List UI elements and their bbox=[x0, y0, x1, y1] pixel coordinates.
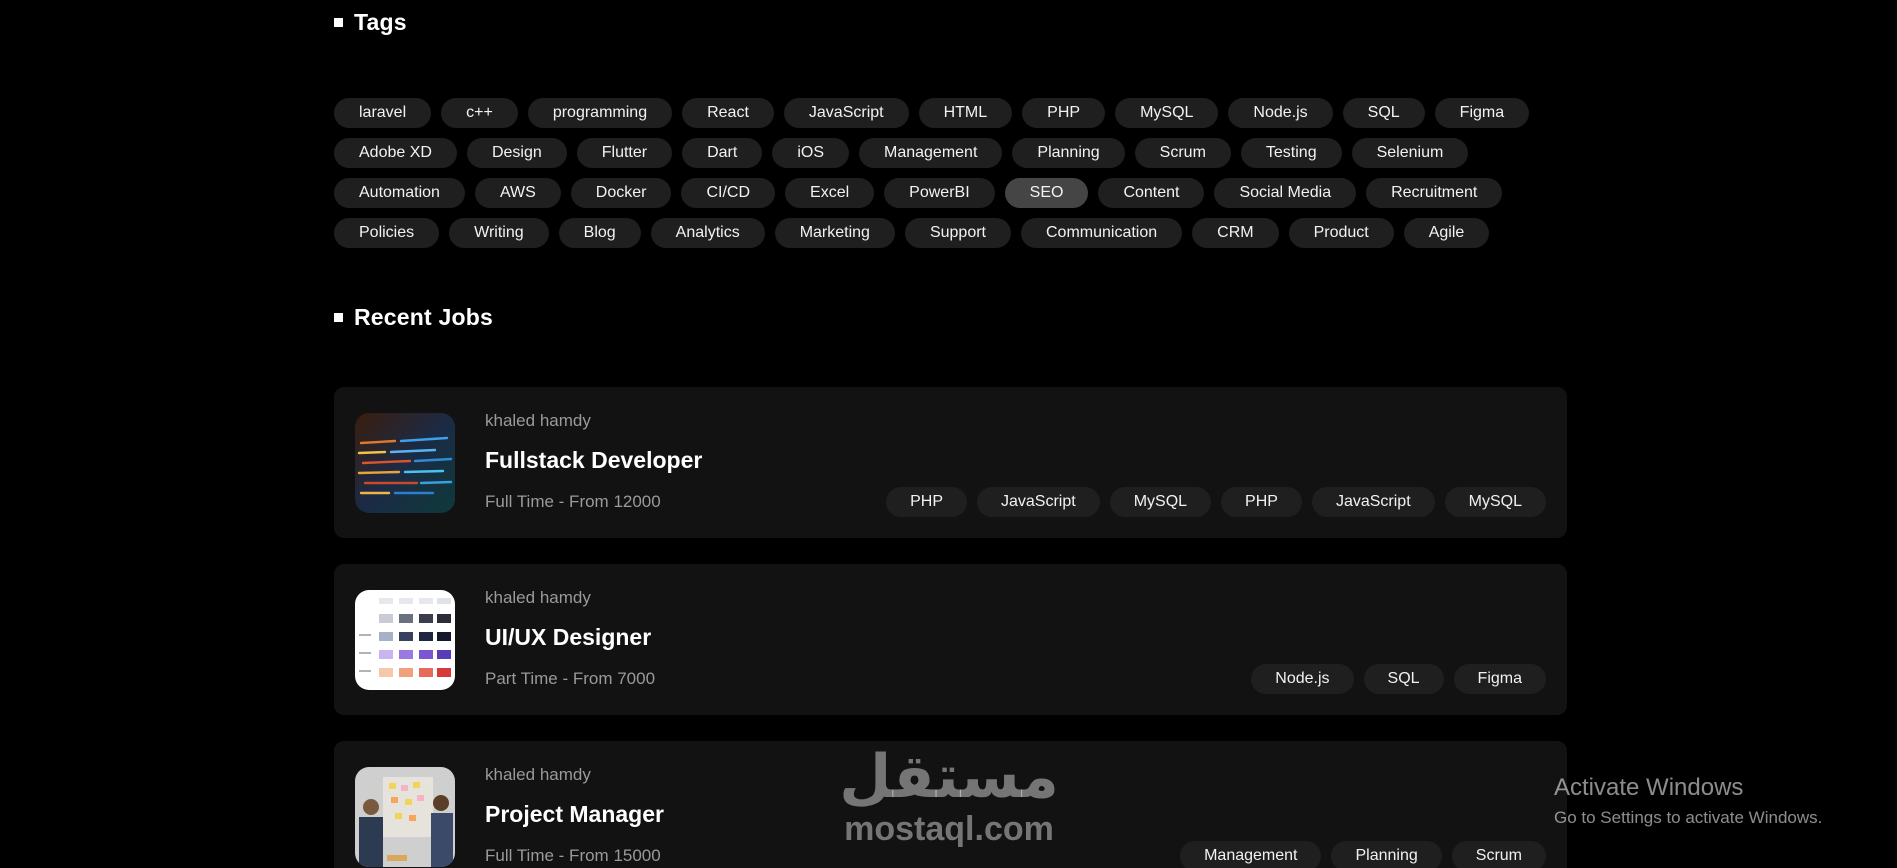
mostaql-watermark: مستقل mostaql.com bbox=[834, 745, 1064, 849]
tag-docker[interactable]: Docker bbox=[570, 178, 672, 208]
code-screen-thumbnail[interactable] bbox=[355, 413, 455, 513]
job-company[interactable]: khaled hamdy bbox=[485, 765, 591, 785]
square-bullet-icon bbox=[334, 312, 343, 322]
tag-writing[interactable]: Writing bbox=[449, 218, 549, 248]
recent-jobs-title: Recent Jobs bbox=[354, 303, 493, 330]
tag-blog[interactable]: Blog bbox=[558, 218, 641, 248]
job-card[interactable]: khaled hamdy UI/UX Designer Part Time - … bbox=[334, 564, 1567, 715]
job-tag[interactable]: PHP bbox=[1221, 487, 1302, 517]
job-card[interactable]: khaled hamdy Fullstack Developer Full Ti… bbox=[334, 387, 1567, 538]
tag-recruitment[interactable]: Recruitment bbox=[1366, 178, 1503, 208]
tag-scrum[interactable]: Scrum bbox=[1134, 138, 1231, 168]
tag-mysql[interactable]: MySQL bbox=[1115, 98, 1219, 128]
tag-dart[interactable]: Dart bbox=[682, 138, 763, 168]
job-tag[interactable]: JavaScript bbox=[1311, 487, 1435, 517]
tag-sql[interactable]: SQL bbox=[1342, 98, 1425, 128]
square-bullet-icon bbox=[334, 17, 343, 27]
job-meta: Full Time - From 12000 bbox=[485, 492, 661, 511]
tag-support[interactable]: Support bbox=[904, 218, 1011, 248]
job-tag[interactable]: PHP bbox=[886, 487, 967, 517]
tag-crm[interactable]: CRM bbox=[1192, 218, 1279, 248]
tag-c[interactable]: c++ bbox=[441, 98, 518, 128]
job-company[interactable]: khaled hamdy bbox=[485, 588, 591, 608]
job-tags: PHP JavaScript MySQL PHP JavaScript MySQ… bbox=[886, 487, 1546, 517]
job-tag[interactable]: Planning bbox=[1331, 841, 1442, 868]
tag-ios[interactable]: iOS bbox=[772, 138, 849, 168]
job-tag[interactable]: Node.js bbox=[1251, 664, 1354, 694]
tag-automation[interactable]: Automation bbox=[334, 178, 465, 208]
tag-design[interactable]: Design bbox=[466, 138, 567, 168]
tag-communication[interactable]: Communication bbox=[1021, 218, 1183, 248]
job-meta: Full Time - From 15000 bbox=[485, 846, 661, 865]
tag-flutter[interactable]: Flutter bbox=[576, 138, 673, 168]
tag-node-js[interactable]: Node.js bbox=[1228, 98, 1333, 128]
job-tag[interactable]: Management bbox=[1180, 841, 1322, 868]
tag-management[interactable]: Management bbox=[859, 138, 1003, 168]
tags-title: Tags bbox=[354, 8, 407, 35]
tag-testing[interactable]: Testing bbox=[1240, 138, 1342, 168]
tag-agile[interactable]: Agile bbox=[1403, 218, 1490, 248]
tag-react[interactable]: React bbox=[682, 98, 774, 128]
tag-marketing[interactable]: Marketing bbox=[774, 218, 895, 248]
job-tag[interactable]: Figma bbox=[1453, 664, 1546, 694]
job-tags: Node.js SQL Figma bbox=[1251, 664, 1546, 694]
tag-product[interactable]: Product bbox=[1288, 218, 1394, 248]
tags-list: laravel c++ programming React JavaScript HTML… bbox=[334, 98, 1567, 248]
tag-social-media[interactable]: Social Media bbox=[1214, 178, 1357, 208]
job-title[interactable]: Project Manager bbox=[485, 801, 664, 828]
team-board-thumbnail[interactable] bbox=[355, 767, 455, 867]
job-title[interactable]: Fullstack Developer bbox=[485, 447, 702, 474]
activate-windows-notice: Activate Windows Go to Settings to activ… bbox=[1554, 774, 1822, 828]
job-tag[interactable]: JavaScript bbox=[977, 487, 1100, 517]
job-tags: Management Planning Scrum bbox=[1180, 841, 1546, 868]
tag-html[interactable]: HTML bbox=[918, 98, 1013, 128]
job-meta: Part Time - From 7000 bbox=[485, 669, 656, 688]
job-tag[interactable]: SQL bbox=[1363, 664, 1444, 694]
tag-ci-cd[interactable]: CI/CD bbox=[681, 178, 776, 208]
tag-aws[interactable]: AWS bbox=[474, 178, 561, 208]
tag-planning[interactable]: Planning bbox=[1012, 138, 1125, 168]
tag-content[interactable]: Content bbox=[1098, 178, 1205, 208]
job-tag[interactable]: MySQL bbox=[1444, 487, 1546, 517]
tag-programming[interactable]: programming bbox=[527, 98, 673, 128]
recent-jobs-heading: Recent Jobs bbox=[334, 297, 493, 337]
tag-powerbi[interactable]: PowerBI bbox=[884, 178, 995, 208]
watermark-arabic: مستقل bbox=[839, 742, 1059, 812]
watermark-latin: mostaql.com bbox=[844, 810, 1054, 848]
job-company[interactable]: khaled hamdy bbox=[485, 411, 591, 431]
tag-laravel[interactable]: laravel bbox=[334, 98, 432, 128]
page: Tags laravel c++ programming React JavaScrip… bbox=[0, 0, 1897, 868]
job-tag[interactable]: Scrum bbox=[1451, 841, 1546, 868]
tag-javascript[interactable]: JavaScript bbox=[783, 98, 909, 128]
ui-palette-thumbnail[interactable] bbox=[355, 590, 455, 690]
job-title[interactable]: UI/UX Designer bbox=[485, 624, 651, 651]
tags-heading: Tags bbox=[334, 2, 407, 42]
tag-selenium[interactable]: Selenium bbox=[1351, 138, 1469, 168]
tag-policies[interactable]: Policies bbox=[334, 218, 440, 248]
job-tag[interactable]: MySQL bbox=[1109, 487, 1212, 517]
tag-excel[interactable]: Excel bbox=[785, 178, 875, 208]
tag-analytics[interactable]: Analytics bbox=[650, 218, 765, 248]
tag-seo[interactable]: SEO bbox=[1004, 178, 1089, 208]
tag-php[interactable]: PHP bbox=[1022, 98, 1106, 128]
activate-windows-subtitle: Go to Settings to activate Windows. bbox=[1554, 808, 1823, 827]
activate-windows-title: Activate Windows bbox=[1554, 774, 1744, 801]
tag-figma[interactable]: Figma bbox=[1434, 98, 1530, 128]
tag-adobe-xd[interactable]: Adobe XD bbox=[334, 138, 457, 168]
